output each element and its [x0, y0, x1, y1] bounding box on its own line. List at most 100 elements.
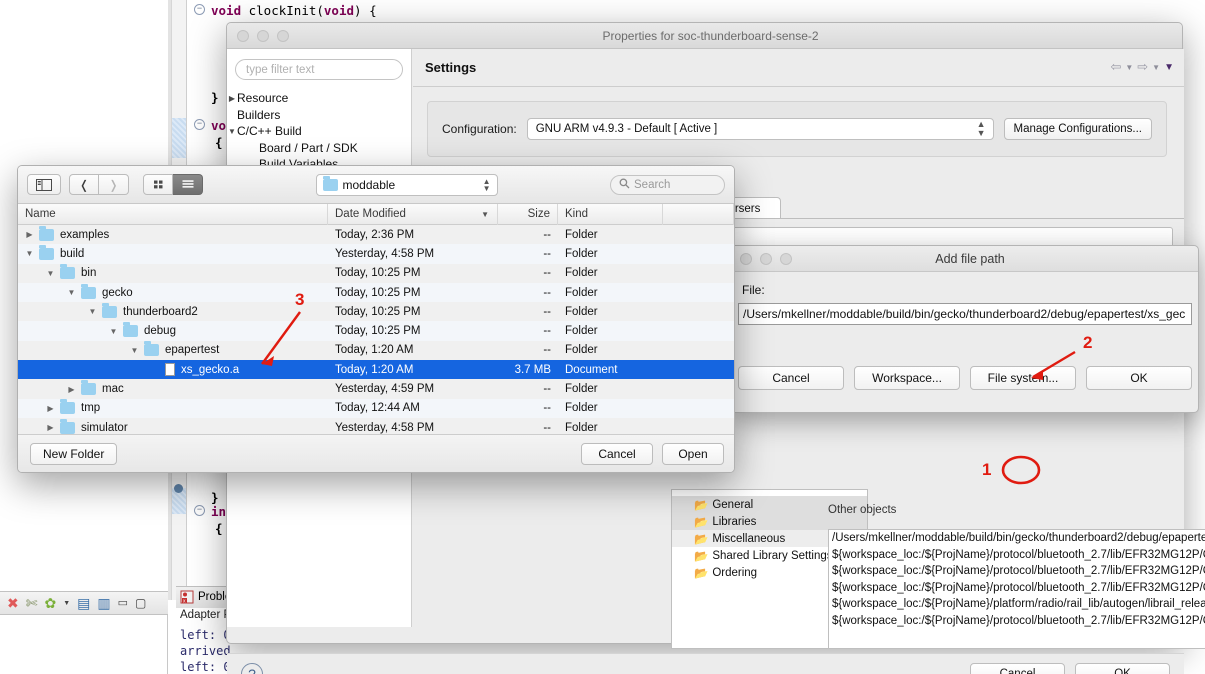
- chevron-down-icon[interactable]: ▼: [129, 346, 140, 355]
- tree-item-resource[interactable]: ▶ Resource: [227, 90, 411, 107]
- table-row[interactable]: ▼ bin Today, 10:25 PM -- Folder: [18, 264, 734, 283]
- table-row[interactable]: ▶ tmp Today, 12:44 AM -- Folder: [18, 398, 734, 418]
- window-traffic-lights[interactable]: [227, 29, 289, 42]
- table-row[interactable]: ▼ gecko Today, 10:25 PM -- Folder: [18, 282, 734, 303]
- book-icon[interactable]: ▥: [97, 596, 110, 610]
- page-title: Settings: [425, 60, 477, 75]
- scissors-icon[interactable]: ✄: [26, 596, 38, 610]
- zoom-icon[interactable]: [780, 252, 792, 265]
- tab-problems[interactable]: x Proble: [180, 586, 231, 608]
- settings-nav-controls[interactable]: ⇦ ▼ ⇨ ▼ ▼: [1110, 59, 1174, 75]
- list-item[interactable]: ${workspace_loc:/${ProjName}/protocol/bl…: [829, 580, 1205, 597]
- code-fold-toggle-2[interactable]: [194, 119, 205, 130]
- properties-titlebar: Properties for soc-thunderboard-sense-2: [227, 23, 1182, 49]
- minimize-icon[interactable]: ▭: [118, 597, 128, 609]
- chevron-right-icon[interactable]: ▶: [24, 230, 35, 239]
- finder-view-segment[interactable]: [143, 174, 203, 195]
- table-row[interactable]: ▶ examples Today, 2:36 PM -- Folder: [18, 225, 734, 244]
- chevron-right-icon[interactable]: ▶: [227, 94, 237, 103]
- column-header-size[interactable]: Size: [498, 203, 558, 225]
- list-icon[interactable]: ▤: [77, 596, 90, 610]
- tree-item-label: Builders: [237, 107, 281, 122]
- list-view-icon[interactable]: [173, 174, 203, 195]
- other-objects-list[interactable]: /Users/mkellner/moddable/build/bin/gecko…: [828, 529, 1205, 649]
- file-path-input[interactable]: /Users/mkellner/moddable/build/bin/gecko…: [738, 303, 1192, 325]
- minimize-icon[interactable]: [257, 29, 269, 42]
- column-header-kind[interactable]: Kind: [558, 203, 663, 225]
- file-name-label: thunderboard2: [123, 305, 198, 318]
- zoom-icon[interactable]: [277, 29, 289, 42]
- workspace-button[interactable]: Workspace...: [854, 366, 960, 390]
- column-header-name[interactable]: Name: [18, 203, 328, 225]
- list-item[interactable]: ${workspace_loc:/${ProjName}/platform/ra…: [829, 596, 1205, 613]
- table-row[interactable]: ▼ debug Today, 10:25 PM -- Folder: [18, 321, 734, 341]
- view-menu-icon[interactable]: ▼: [1164, 62, 1174, 73]
- path-select[interactable]: moddable ▲ ▼: [315, 173, 498, 196]
- code-fold-toggle-1[interactable]: [194, 4, 205, 15]
- grid-view-icon[interactable]: [143, 174, 173, 195]
- delete-icon[interactable]: ✖: [7, 596, 19, 610]
- chevron-down-icon[interactable]: ▼: [227, 127, 237, 136]
- sidebar-icon[interactable]: [27, 174, 61, 195]
- configuration-select[interactable]: GNU ARM v4.9.3 - Default [ Active ] ▲ ▼: [526, 118, 994, 140]
- search-input[interactable]: Search: [610, 174, 725, 195]
- left-bottom-toolbar[interactable]: ✖ ✄ ✿ ▼ ▤ ▥ ▭ ▢: [0, 591, 168, 615]
- finder-column-headers[interactable]: Name Date Modified ▼ Size Kind: [18, 203, 734, 225]
- maximize-icon[interactable]: ▢: [135, 597, 146, 609]
- open-button[interactable]: Open: [662, 442, 724, 465]
- close-icon[interactable]: [740, 252, 752, 265]
- forward-arrow-icon[interactable]: ⇨: [1137, 59, 1148, 75]
- ok-button[interactable]: OK: [1075, 662, 1170, 674]
- cancel-button[interactable]: Cancel: [581, 442, 653, 465]
- file-date-cell: Today, 10:25 PM: [335, 305, 421, 318]
- chevron-down-icon[interactable]: ▼: [1152, 63, 1160, 72]
- gear-icon[interactable]: ✿: [44, 596, 56, 610]
- chevron-left-icon[interactable]: ❬: [69, 174, 99, 195]
- finder-nav-segment[interactable]: ❬ ❭: [69, 174, 129, 195]
- file-system-button[interactable]: File system...: [970, 366, 1076, 390]
- chevron-down-icon[interactable]: ▼: [87, 307, 98, 316]
- table-row[interactable]: ▼ build Yesterday, 4:58 PM -- Folder: [18, 244, 734, 264]
- chevron-down-icon[interactable]: ▼: [66, 288, 77, 297]
- close-icon[interactable]: [237, 29, 249, 42]
- tree-item-label: C/C++ Build: [237, 124, 302, 139]
- window-traffic-lights[interactable]: [730, 252, 792, 265]
- chevron-down-icon[interactable]: ▼: [63, 600, 70, 607]
- stepper-icon[interactable]: ▲ ▼: [977, 120, 986, 138]
- chevron-right-icon[interactable]: ❭: [99, 174, 129, 195]
- list-item[interactable]: ${workspace_loc:/${ProjName}/protocol/bl…: [829, 547, 1205, 564]
- chevron-down-icon[interactable]: ▼: [45, 269, 56, 278]
- list-item[interactable]: /Users/mkellner/moddable/build/bin/gecko…: [829, 530, 1205, 547]
- cancel-button[interactable]: Cancel: [970, 662, 1065, 674]
- minimize-icon[interactable]: [760, 252, 772, 265]
- list-item[interactable]: ${workspace_loc:/${ProjName}/protocol/bl…: [829, 613, 1205, 630]
- chevron-down-icon[interactable]: ▼: [108, 327, 119, 336]
- tree-item-builders[interactable]: Builders: [227, 107, 411, 124]
- ok-button[interactable]: OK: [1086, 366, 1192, 390]
- cancel-button[interactable]: Cancel: [738, 366, 844, 390]
- chevron-down-icon[interactable]: ▼: [1125, 63, 1133, 72]
- filter-input[interactable]: type filter text: [235, 59, 403, 80]
- chevron-right-icon[interactable]: ▶: [45, 404, 56, 413]
- table-row[interactable]: ▼ epapertest Today, 1:20 AM -- Folder: [18, 341, 734, 360]
- chevron-right-icon[interactable]: ▶: [45, 423, 56, 432]
- help-icon[interactable]: ?: [241, 662, 263, 674]
- column-header-date-modified[interactable]: Date Modified ▼: [328, 203, 498, 225]
- finder-file-list[interactable]: ▶ examples Today, 2:36 PM -- Folder ▼ build Yes…: [18, 225, 734, 435]
- chevron-down-icon[interactable]: ▼: [24, 249, 35, 258]
- list-item[interactable]: ${workspace_loc:/${ProjName}/protocol/bl…: [829, 563, 1205, 580]
- back-arrow-icon[interactable]: ⇦: [1110, 59, 1121, 75]
- new-folder-button[interactable]: New Folder: [30, 442, 118, 465]
- code-line-close-brace: }: [211, 90, 219, 105]
- table-row[interactable]: ▶ simulator Yesterday, 4:58 PM -- Folder: [18, 418, 734, 435]
- table-row[interactable]: ▼ thunderboard2 Today, 10:25 PM -- Folder: [18, 302, 734, 321]
- tree-item-board-part-sdk[interactable]: Board / Part / SDK: [227, 140, 411, 157]
- table-row[interactable]: xs_gecko.a Today, 1:20 AM 3.7 MB Document: [18, 360, 734, 380]
- stepper-icon[interactable]: ▲ ▼: [483, 177, 491, 192]
- manage-configurations-button[interactable]: Manage Configurations...: [1003, 118, 1152, 140]
- chevron-right-icon[interactable]: ▶: [66, 385, 77, 394]
- code-fold-toggle-3[interactable]: [194, 505, 205, 516]
- table-row[interactable]: ▶ mac Yesterday, 4:59 PM -- Folder: [18, 379, 734, 398]
- tree-item-c-cpp-build[interactable]: ▼ C/C++ Build: [227, 123, 411, 140]
- editor-annotation-knob: [174, 484, 183, 493]
